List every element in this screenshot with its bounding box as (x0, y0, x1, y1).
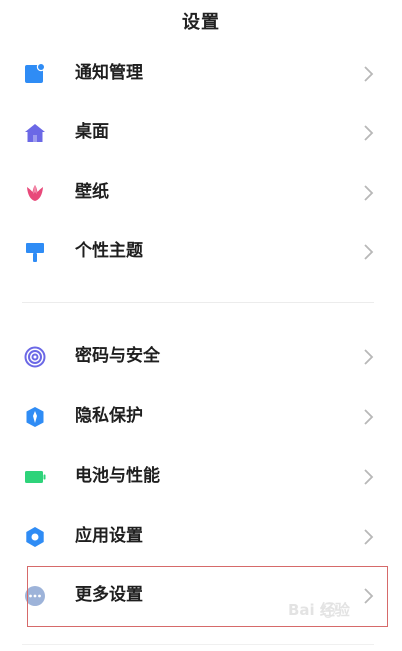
settings-item-label: 隐私保护 (75, 406, 143, 426)
tulip-icon (24, 182, 46, 204)
settings-item-label: 应用设置 (75, 526, 143, 546)
home-icon (24, 122, 46, 144)
settings-item-privacy[interactable]: 隐私保护 (0, 386, 402, 446)
chevron-right-icon (362, 184, 376, 202)
settings-item-notification-management[interactable]: 通知管理 (0, 43, 402, 103)
bottom-divider (22, 644, 374, 645)
chevron-right-icon (362, 124, 376, 142)
settings-item-battery-performance[interactable]: 电池与性能 (0, 446, 402, 506)
chevron-right-icon (362, 468, 376, 486)
chevron-right-icon (362, 65, 376, 83)
settings-item-wallpaper[interactable]: 壁纸 (0, 162, 402, 222)
settings-item-label: 通知管理 (75, 63, 143, 83)
settings-item-label: 密码与安全 (75, 346, 160, 366)
notification-icon (24, 63, 46, 85)
paint-roller-icon (24, 241, 46, 263)
settings-item-label: 电池与性能 (75, 466, 160, 486)
settings-item-app-settings[interactable]: 应用设置 (0, 506, 402, 566)
settings-item-label: 个性主题 (75, 241, 143, 261)
settings-item-password-security[interactable]: 密码与安全 (0, 326, 402, 386)
chevron-right-icon (362, 243, 376, 261)
watermark-text: Bai 经验 (288, 601, 350, 619)
settings-item-themes[interactable]: 个性主题 (0, 221, 402, 281)
chevron-right-icon (362, 408, 376, 426)
settings-item-label: 壁纸 (75, 182, 109, 202)
settings-item-label: 桌面 (75, 122, 109, 142)
privacy-shield-icon (24, 406, 46, 428)
page-title: 设置 (182, 12, 220, 33)
settings-item-desktop[interactable]: 桌面 (0, 102, 402, 162)
fingerprint-icon (24, 346, 46, 368)
section-divider (22, 302, 374, 303)
battery-icon (24, 466, 46, 488)
baidu-jingyan-watermark: Bai 经验 (282, 597, 394, 633)
gear-icon (24, 526, 46, 548)
chevron-right-icon (362, 528, 376, 546)
chevron-right-icon (362, 348, 376, 366)
